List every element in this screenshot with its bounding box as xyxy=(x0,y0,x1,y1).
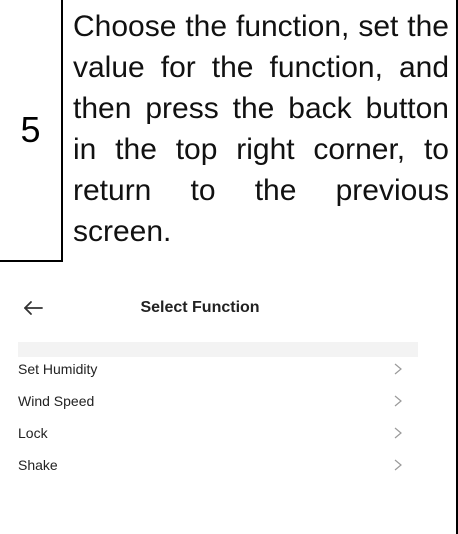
function-item-lock[interactable]: Lock xyxy=(0,421,430,453)
app-screenshot: Select Function Set Humidity Wind Speed … xyxy=(0,262,458,534)
chevron-right-icon xyxy=(392,391,404,411)
function-label: Wind Speed xyxy=(18,393,95,409)
step-number: 5 xyxy=(20,109,41,150)
function-label: Lock xyxy=(18,425,48,441)
chevron-right-icon xyxy=(392,359,404,379)
back-arrow-icon[interactable] xyxy=(20,292,56,324)
instruction-step: 5 Choose the function, set the value for… xyxy=(0,0,458,262)
function-label: Set Humidity xyxy=(18,361,98,377)
header-divider-band xyxy=(18,342,418,357)
chevron-right-icon xyxy=(392,423,404,443)
step-divider xyxy=(61,0,63,262)
function-item-shake[interactable]: Shake xyxy=(0,453,430,485)
function-item-wind-speed[interactable]: Wind Speed xyxy=(0,389,430,421)
chevron-right-icon xyxy=(392,455,404,475)
app-header: Select Function xyxy=(0,292,430,324)
function-label: Shake xyxy=(18,457,58,473)
page-title: Select Function xyxy=(140,299,260,316)
function-list: Set Humidity Wind Speed Lock Shake xyxy=(0,357,430,485)
function-item-set-humidity[interactable]: Set Humidity xyxy=(0,357,430,389)
step-instruction-text: Choose the function, set the value for t… xyxy=(73,10,449,248)
